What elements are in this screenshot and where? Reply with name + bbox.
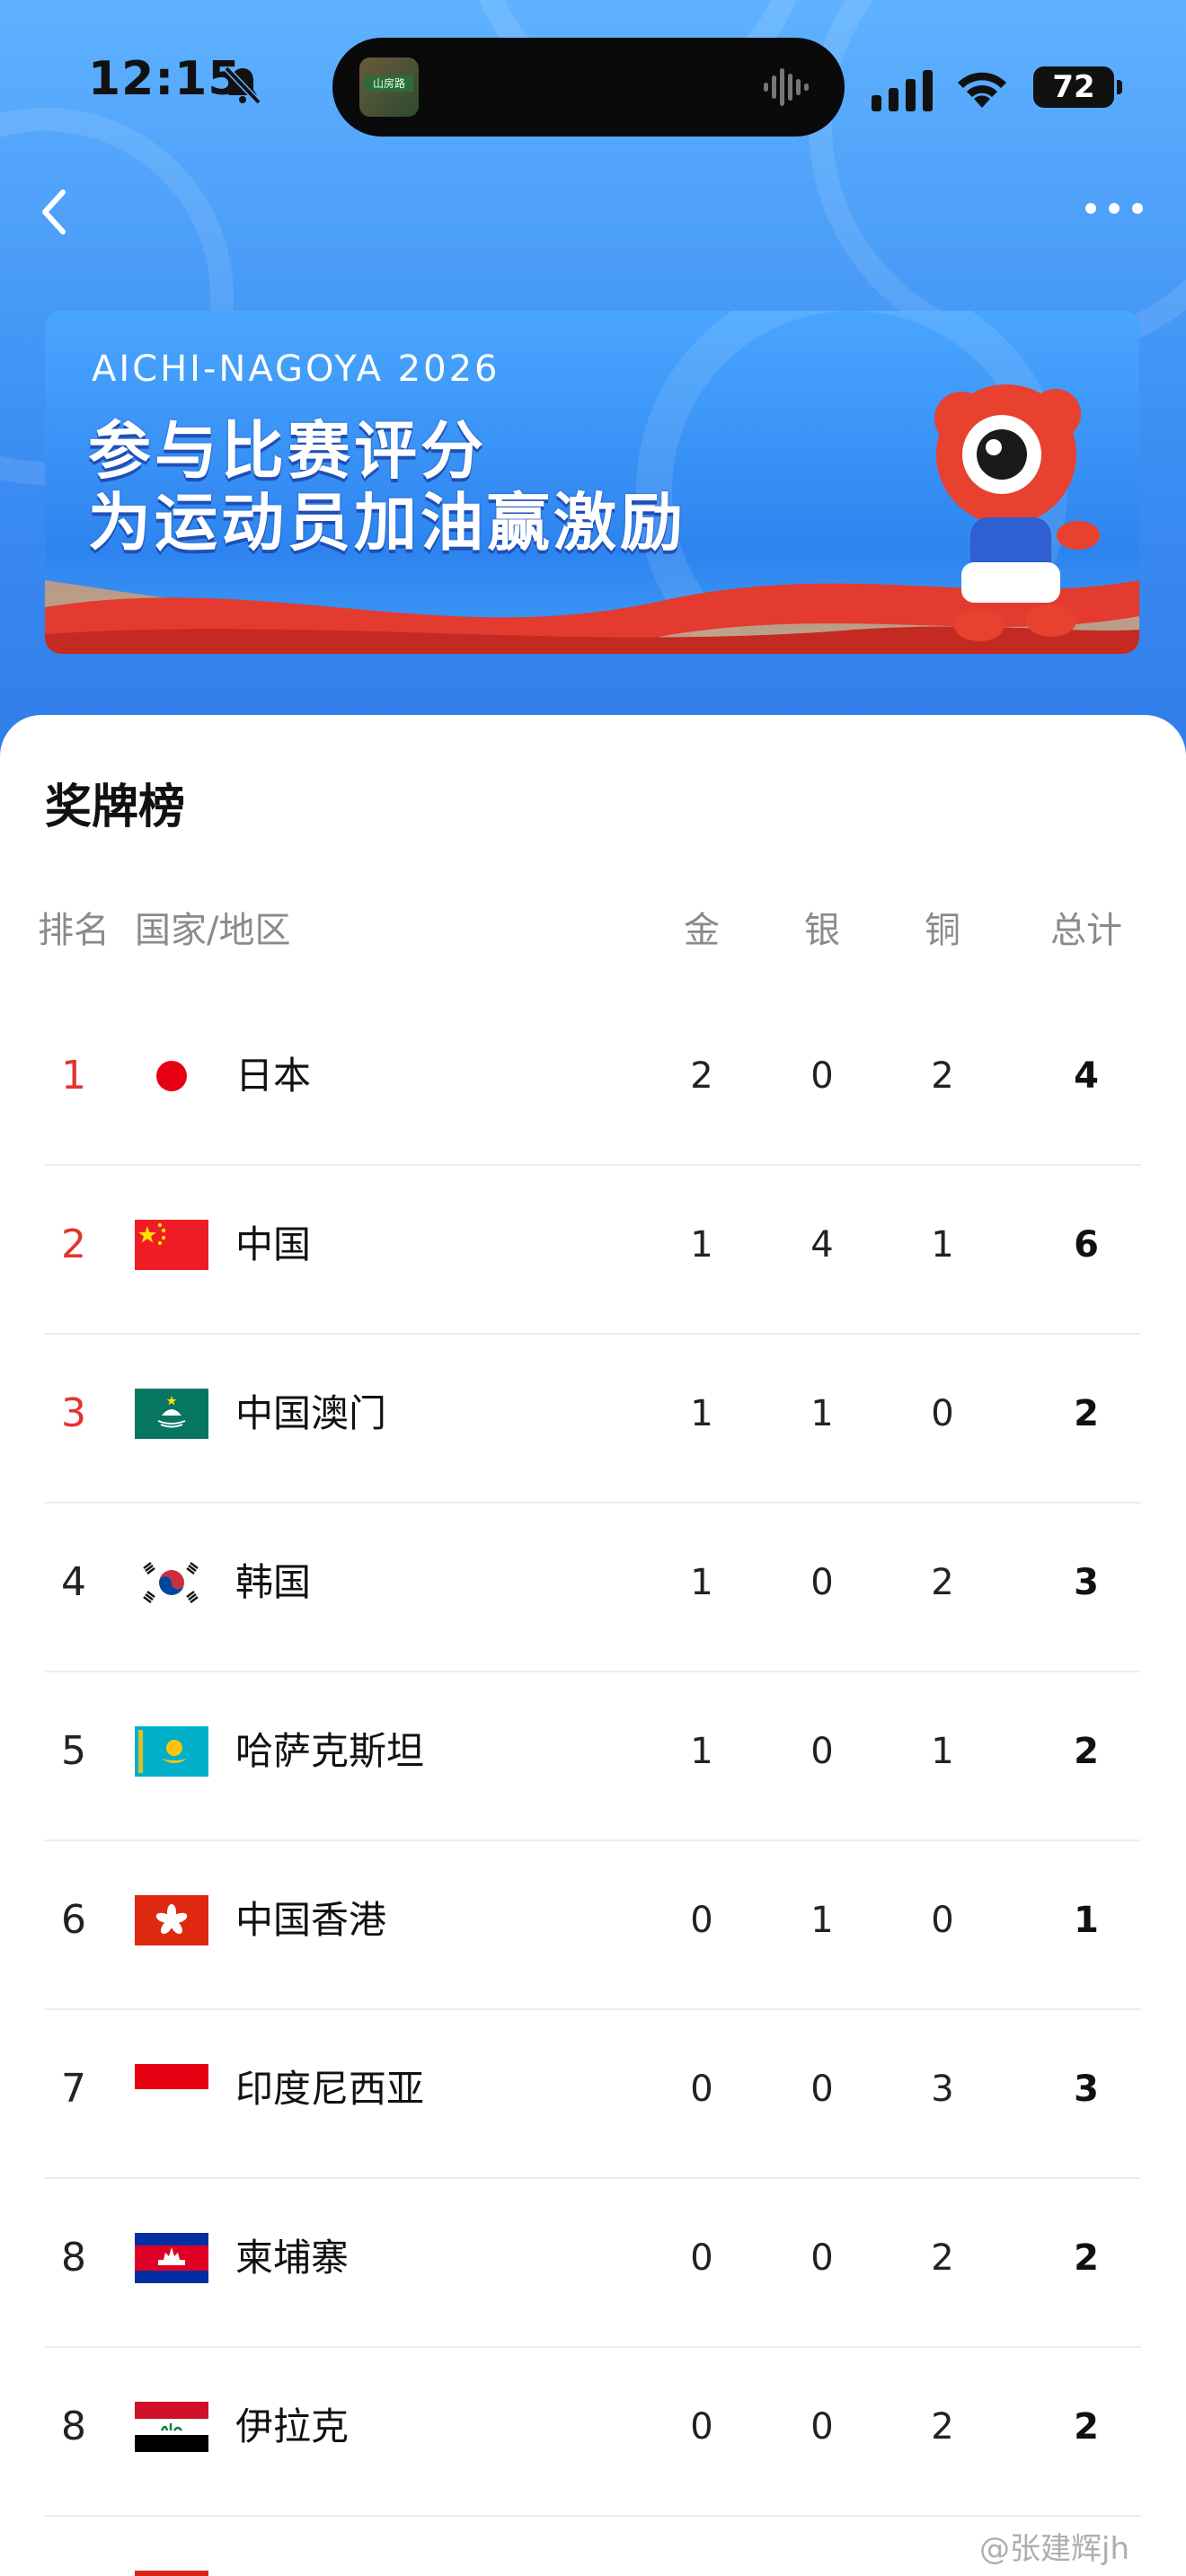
silver-count: 0 <box>810 1055 834 1097</box>
bronze-count: 2 <box>931 1055 954 1097</box>
total-count: 1 <box>1074 1900 1099 1941</box>
bronze-count: 1 <box>931 1224 954 1266</box>
hong-kong-flag-icon <box>135 1895 208 1945</box>
medal-table-title: 奖牌榜 <box>45 781 186 834</box>
banner-subtitle: AICHI-NAGOYA 2026 <box>92 348 500 390</box>
rank-cell: 6 <box>61 1897 86 1943</box>
silver-count: 0 <box>810 1562 834 1603</box>
table-row[interactable]: 5 哈萨克斯坦 1 0 1 2 <box>0 1672 1186 1841</box>
rank-cell: 8 <box>61 2235 86 2280</box>
cambodia-flag-icon <box>135 2233 208 2283</box>
header-gold: 金 <box>684 910 720 951</box>
promo-banner[interactable]: AICHI-NAGOYA 2026 参与比赛评分 为运动员加油赢激励 <box>45 311 1139 654</box>
header-bronze: 铜 <box>925 910 960 951</box>
bronze-count: 0 <box>931 1393 954 1434</box>
total-count: 3 <box>1074 1562 1099 1603</box>
table-row[interactable]: 8 柬埔寨 0 0 2 2 <box>0 2179 1186 2348</box>
gold-count: 1 <box>690 1393 713 1434</box>
bronze-count: 0 <box>931 1900 954 1941</box>
header-silver: 银 <box>804 910 840 951</box>
rank-cell: 2 <box>61 1222 86 1267</box>
gold-count: 1 <box>690 1224 713 1266</box>
silver-count: 0 <box>810 1731 834 1772</box>
gold-count: 1 <box>690 1562 713 1603</box>
table-row[interactable]: 3 中国澳门 1 1 0 2 <box>0 1335 1186 1504</box>
rank-cell: 4 <box>61 1559 86 1605</box>
iraq-flag-icon <box>135 2402 208 2452</box>
gold-count: 0 <box>690 1900 713 1941</box>
medal-table: 1 日本 2 0 2 4 2 中国 1 4 1 6 3 中国澳门 1 1 0 2… <box>0 997 1186 2576</box>
table-row[interactable]: 8 伊拉克 0 0 2 2 <box>0 2348 1186 2517</box>
gold-count: 2 <box>690 1055 713 1097</box>
rank-cell: 1 <box>61 1053 86 1098</box>
gold-count: 1 <box>690 1731 713 1772</box>
silver-count: 4 <box>810 1224 834 1266</box>
bronze-count: 3 <box>931 2069 954 2110</box>
weibo-watermark: @张建辉jh <box>979 2531 1129 2567</box>
country-name: 日本 <box>235 1054 312 1098</box>
vietnam-flag-icon <box>135 2571 208 2576</box>
total-count: 4 <box>1074 1055 1099 1097</box>
status-bar: 12:15 山房路 72 <box>0 0 1186 171</box>
macao-flag-icon <box>135 1389 208 1439</box>
korea-flag-icon <box>135 1557 208 1608</box>
medal-table-card: 奖牌榜 排名 国家/地区 金 银 铜 总计 1 日本 2 0 2 4 2 中国 … <box>0 715 1186 2576</box>
cellular-signal-icon <box>872 70 933 111</box>
gold-count: 0 <box>690 2069 713 2110</box>
more-horizontal-icon[interactable] <box>1075 190 1155 226</box>
total-count: 3 <box>1074 2069 1099 2110</box>
silver-count: 0 <box>810 2069 834 2110</box>
total-count: 2 <box>1074 2237 1099 2279</box>
total-count: 6 <box>1074 1224 1099 1266</box>
country-name: 伊拉克 <box>235 2404 350 2448</box>
rank-cell: 8 <box>61 2404 86 2449</box>
table-header: 排名 国家/地区 金 银 铜 总计 <box>0 904 1186 957</box>
table-row[interactable]: 7 印度尼西亚 0 0 3 3 <box>0 2010 1186 2179</box>
silver-count: 0 <box>810 2237 834 2279</box>
chevron-left-icon[interactable] <box>23 176 95 248</box>
silver-count: 1 <box>810 1900 834 1941</box>
country-name: 韩国 <box>235 1560 312 1604</box>
china-flag-icon <box>135 1220 208 1270</box>
wifi-icon <box>958 72 1006 108</box>
gold-count: 0 <box>690 2406 713 2448</box>
total-count: 2 <box>1074 1731 1099 1772</box>
silver-count: 0 <box>810 2406 834 2448</box>
mascot-illustration <box>934 384 1100 641</box>
status-time: 12:15 <box>88 52 242 106</box>
indonesia-flag-icon <box>135 2064 208 2114</box>
bronze-count: 1 <box>931 1731 954 1772</box>
silent-bell-icon <box>224 66 261 105</box>
rank-cell: 3 <box>61 1390 86 1436</box>
country-name: 柬埔寨 <box>235 2236 350 2280</box>
total-count: 2 <box>1074 2406 1099 2448</box>
country-name: 哈萨克斯坦 <box>235 1729 425 1773</box>
country-name: 中国澳门 <box>235 1391 387 1435</box>
gold-count: 0 <box>690 2237 713 2279</box>
bronze-count: 2 <box>931 2237 954 2279</box>
table-row[interactable]: 2 中国 1 4 1 6 <box>0 1166 1186 1335</box>
rank-cell: 7 <box>61 2066 86 2112</box>
japan-flag-icon <box>156 1061 187 1091</box>
silver-count: 1 <box>810 1393 834 1434</box>
header-total: 总计 <box>1050 910 1122 951</box>
table-row[interactable]: 6 中国香港 0 1 0 1 <box>0 1841 1186 2010</box>
country-name: 越南 <box>235 2517 311 2576</box>
bronze-count: 2 <box>931 1562 954 1603</box>
table-row[interactable]: 1 日本 2 0 2 4 <box>0 997 1186 1166</box>
country-name: 印度尼西亚 <box>235 2067 425 2111</box>
now-playing-thumbnail: 山房路 <box>359 57 419 117</box>
rank-cell: 5 <box>61 1728 86 1774</box>
bronze-count: 2 <box>931 2406 954 2448</box>
battery-indicator: 72 <box>1033 66 1122 108</box>
table-row[interactable]: 4 韩国 1 0 2 3 <box>0 1504 1186 1672</box>
kazakhstan-flag-icon <box>135 1726 208 1777</box>
total-count: 2 <box>1074 1393 1099 1434</box>
dynamic-island[interactable]: 山房路 <box>332 38 845 137</box>
audio-waveform-icon <box>764 68 809 106</box>
country-name: 中国 <box>235 1222 312 1266</box>
header-country: 国家/地区 <box>135 910 291 951</box>
header-rank: 排名 <box>38 910 110 951</box>
country-name: 中国香港 <box>235 1898 387 1942</box>
